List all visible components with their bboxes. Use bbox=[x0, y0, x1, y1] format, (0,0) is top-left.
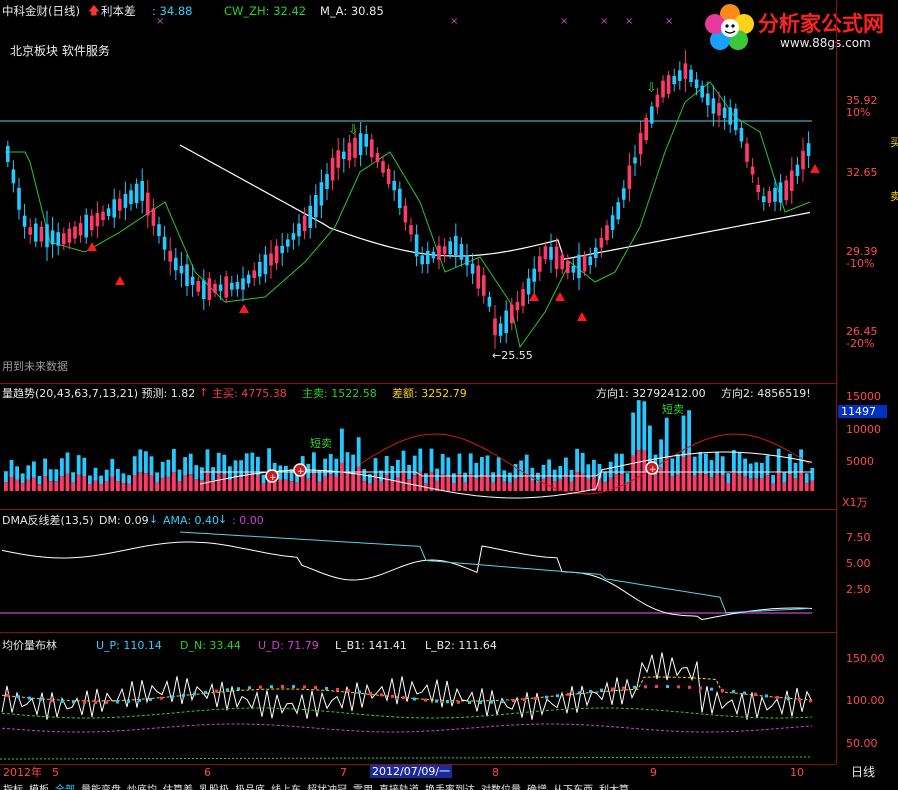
dm-value: DM: 0.09 bbox=[99, 514, 149, 527]
axis-dma-2-50: 2.50 bbox=[846, 583, 871, 596]
axis-dma-5-00: 5.00 bbox=[846, 557, 871, 570]
direction2-value: 方向2: 4856519! bbox=[721, 387, 811, 400]
side-char-sell: 卖 bbox=[890, 190, 898, 203]
axis-pct-10: 10% bbox=[846, 106, 871, 119]
dma-header: DMA反线差(13,5) bbox=[2, 514, 94, 527]
dn-value: D_N: 33.44 bbox=[180, 639, 241, 652]
lb-label: 利本差 bbox=[101, 4, 136, 18]
volume-chart[interactable]: + + + bbox=[0, 384, 836, 509]
svg-text:×: × bbox=[665, 16, 673, 27]
ma-value: M_A: 30.85 bbox=[320, 4, 384, 18]
axis-pct-neg20: -20% bbox=[846, 337, 875, 350]
lb-value: : 34.88 bbox=[152, 4, 193, 18]
axis-boll-50: 50.00 bbox=[846, 737, 878, 750]
direction1-value: 方向1: 32792412.00 bbox=[596, 387, 706, 400]
axis-boll-100: 100.00 bbox=[846, 694, 885, 707]
short-sell-label-1: 短卖 bbox=[310, 437, 332, 450]
volume-header: 量趋势(20,43,63,7,13,21) 预测: 1.82 bbox=[2, 387, 196, 400]
axis-dma-7-50: 7.50 bbox=[846, 531, 871, 544]
axis-vol-15000: 15000 bbox=[846, 390, 881, 403]
boll-chart[interactable] bbox=[0, 633, 836, 764]
lb1-value: L_B1: 141.41 bbox=[335, 639, 407, 652]
dma-chart[interactable] bbox=[0, 510, 836, 632]
svg-text:+: + bbox=[269, 473, 277, 483]
main-sell-value: 主卖: 1522.58 bbox=[302, 387, 377, 400]
svg-text:×: × bbox=[600, 16, 608, 27]
ama-arrow-icon: ↓ bbox=[218, 513, 228, 526]
axis-vol-10000: 10000 bbox=[846, 423, 881, 436]
volume-panel[interactable]: + + + bbox=[0, 384, 836, 509]
price-chart[interactable]: ××××××××⇩⇩ bbox=[0, 0, 836, 383]
svg-text:×: × bbox=[625, 16, 633, 27]
flower-icon bbox=[705, 4, 754, 50]
axis-vol-current: 11497 bbox=[838, 405, 887, 418]
axis-price-32-65: 32.65 bbox=[846, 166, 878, 179]
svg-text:⇩: ⇩ bbox=[348, 123, 359, 138]
svg-text:⇩: ⇩ bbox=[646, 81, 657, 96]
volume-arrow-icon: ↑ bbox=[199, 386, 209, 399]
future-data-note: 用到未来数据 bbox=[2, 360, 68, 373]
period-label[interactable]: 日线 bbox=[851, 766, 875, 779]
low-price-label: ←25.55 bbox=[492, 349, 533, 362]
dm-arrow-icon: ↓ bbox=[149, 513, 159, 526]
indicator-tabs: 指标模板全部量能变盘炒底均估算差乳股极极品底线上车超状冲冠雷用直接轨道换手率到达… bbox=[0, 778, 836, 790]
zero-value: : 0.00 bbox=[232, 514, 264, 527]
lb-arrow-icon: 🡅 bbox=[88, 3, 100, 17]
main-buy-value: 主买: 4775.38 bbox=[212, 387, 287, 400]
boll-header: 均价量布林 bbox=[2, 639, 57, 652]
axis-vol-unit: X1万 bbox=[842, 496, 868, 509]
axis-pct-neg10: -10% bbox=[846, 257, 875, 270]
sector-label: 北京板块 软件服务 bbox=[10, 44, 110, 58]
axis-vol-5000: 5000 bbox=[846, 455, 874, 468]
lb2-value: L_B2: 111.64 bbox=[425, 639, 497, 652]
cw-value: CW_ZH: 32.42 bbox=[224, 4, 307, 18]
diff-value: 差额: 3252.79 bbox=[392, 387, 467, 400]
ama-value: AMA: 0.40 bbox=[163, 514, 220, 527]
stock-title: 中科金财(日线) bbox=[2, 4, 80, 18]
svg-text:+: + bbox=[649, 465, 657, 475]
axis-boll-150: 150.00 bbox=[846, 652, 885, 665]
boll-panel[interactable] bbox=[0, 633, 836, 764]
main-chart-panel[interactable]: ××××××××⇩⇩ bbox=[0, 0, 836, 383]
up-value: U_P: 110.14 bbox=[96, 639, 162, 652]
ud-value: U_D: 71.79 bbox=[258, 639, 319, 652]
cursor-date: 2012/07/09/一 bbox=[370, 765, 453, 778]
side-char-buy: 买 bbox=[890, 136, 898, 149]
short-sell-label-2: 短卖 bbox=[662, 403, 684, 416]
dma-panel[interactable] bbox=[0, 510, 836, 632]
svg-text:×: × bbox=[450, 16, 458, 27]
svg-text:+: + bbox=[297, 467, 305, 477]
svg-text:×: × bbox=[560, 16, 568, 27]
